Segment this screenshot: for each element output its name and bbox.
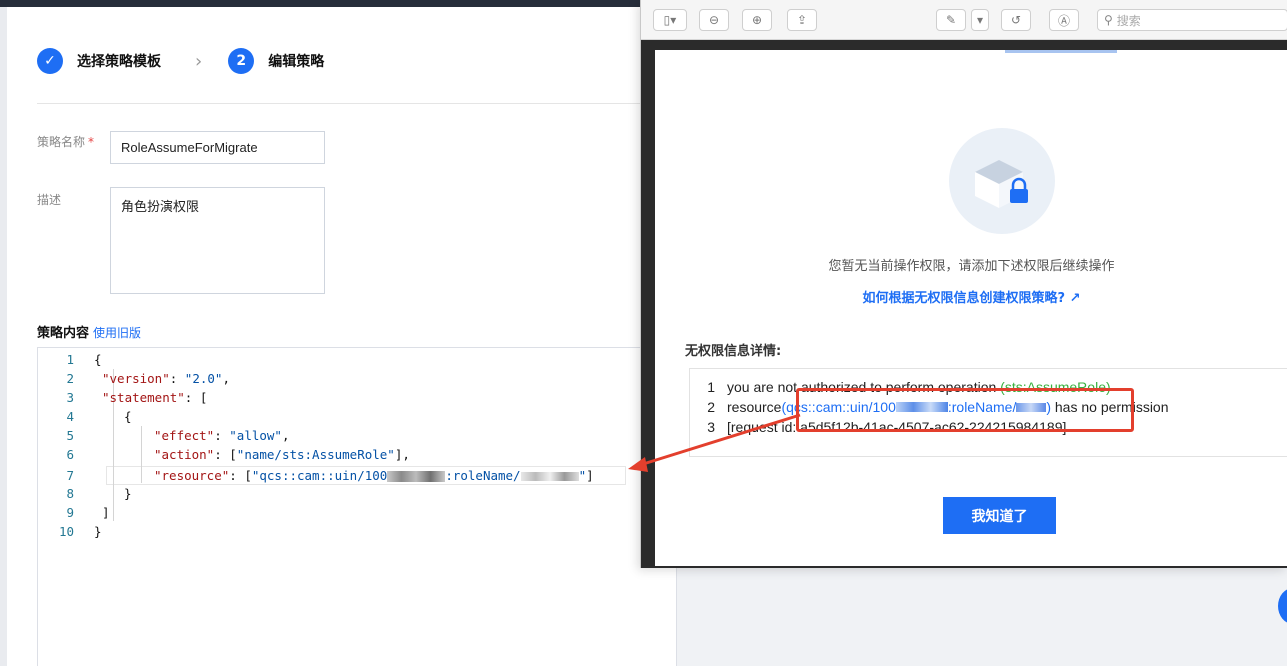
annotation-arrow xyxy=(628,413,801,472)
screen: ✓ 选择策略模板 › 2 编辑策略 策略名称 * RoleAssumeForMig… xyxy=(0,0,1287,666)
